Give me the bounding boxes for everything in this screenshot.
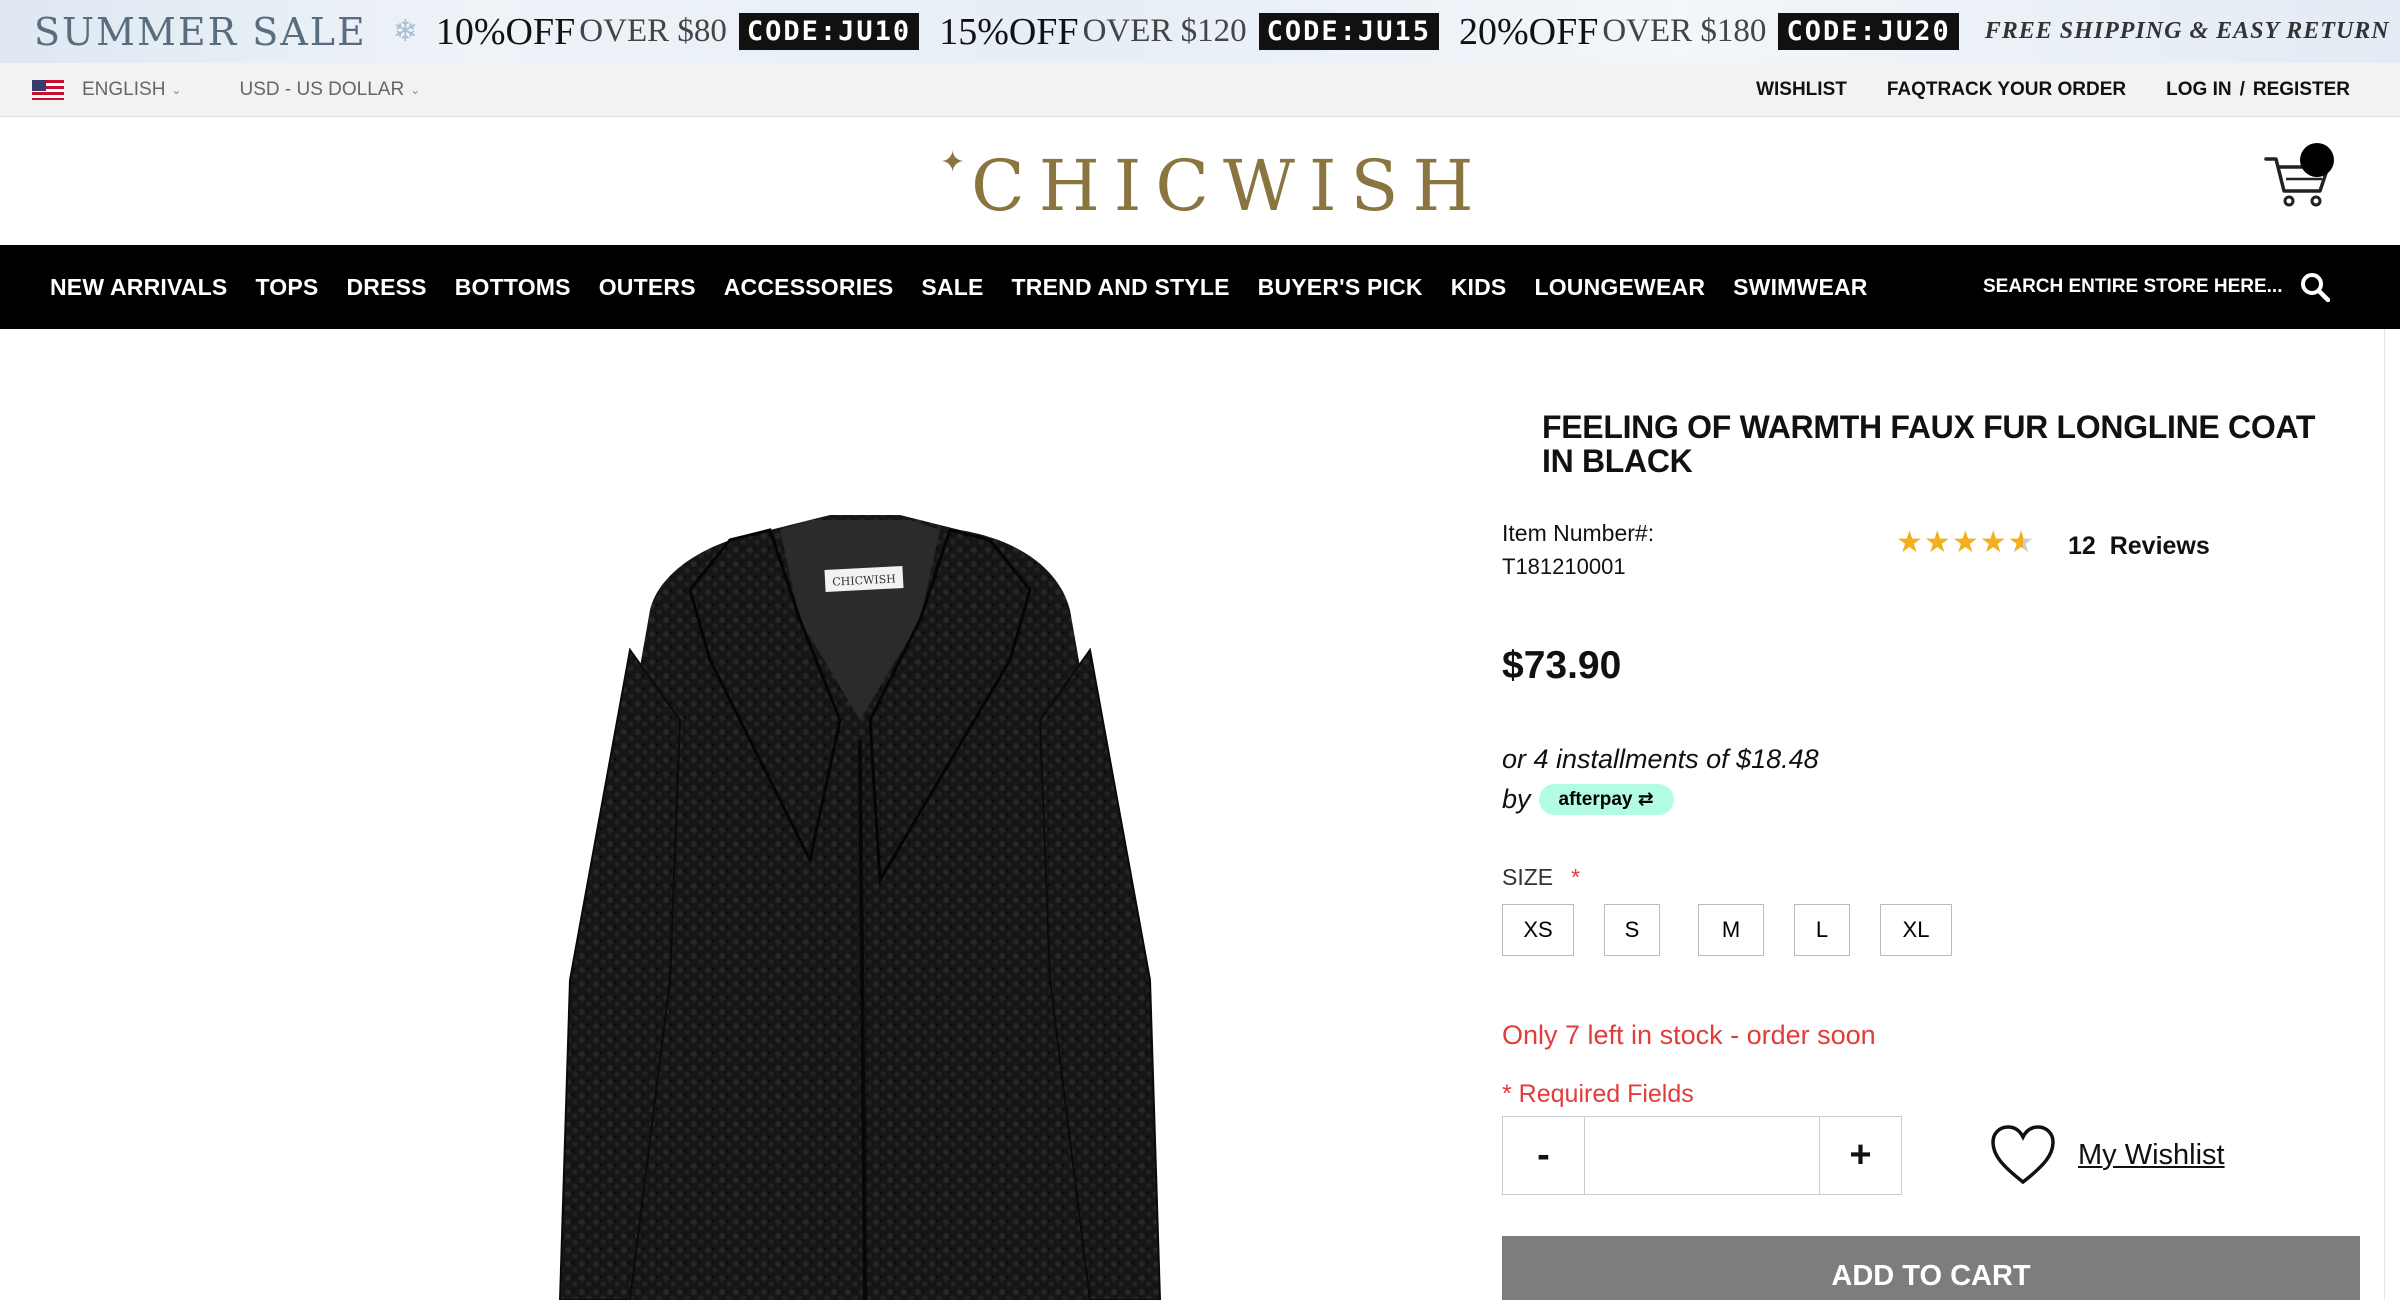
star-icon: ★ xyxy=(1896,526,1923,559)
nav-item-tops[interactable]: TOPS xyxy=(255,274,318,301)
search-icon[interactable] xyxy=(2300,272,2331,302)
register-link[interactable]: REGISTER xyxy=(2253,79,2350,101)
size-options: XS S M L XL xyxy=(1502,904,1982,956)
size-option-s[interactable]: S xyxy=(1604,904,1660,956)
offer-discount: 15%OFF xyxy=(939,10,1079,53)
separator: / xyxy=(2239,78,2245,100)
add-to-wishlist[interactable]: My Wishlist xyxy=(1990,1124,2225,1186)
nav-item-sale[interactable]: SALE xyxy=(921,274,983,301)
offer-code: CODE:JU20 xyxy=(1778,13,1959,50)
offer-threshold: OVER $120 xyxy=(1082,13,1247,49)
promo-offer: 20%OFF OVER $180 CODE:JU20 xyxy=(1459,10,1967,54)
by-text: by xyxy=(1502,784,1531,814)
add-to-cart-button[interactable]: ADD TO CART xyxy=(1502,1236,2360,1300)
qty-input[interactable] xyxy=(1585,1117,1819,1194)
offer-threshold: OVER $80 xyxy=(579,13,727,49)
promo-offer: 15%OFF OVER $120 CODE:JU15 xyxy=(939,10,1447,54)
product-image[interactable]: CHICWISH xyxy=(480,420,1240,1300)
nav-item-accessories[interactable]: ACCESSORIES xyxy=(724,274,894,301)
product-title: FEELING OF WARMTH FAUX FUR LONGLINE COAT… xyxy=(1542,409,2316,479)
logo-text: CHICWISH xyxy=(971,145,1488,227)
size-option-m[interactable]: M xyxy=(1698,904,1764,956)
size-option-l[interactable]: L xyxy=(1794,904,1850,956)
afterpay-badge[interactable]: afterpay ⇄ xyxy=(1538,784,1674,815)
rating-stars[interactable]: ★ ★ ★ ★ ★ xyxy=(1896,528,2036,558)
size-label: SIZE * xyxy=(1502,864,1580,891)
wishlist-link[interactable]: WISHLIST xyxy=(1756,79,1847,101)
nav-item-new-arrivals[interactable]: NEW ARRIVALS xyxy=(50,274,227,301)
faq-link[interactable]: FAQ xyxy=(1887,79,1926,101)
reviews-link[interactable]: 12 Reviews xyxy=(2068,532,2210,561)
currency-selector[interactable]: USD - US DOLLAR ⌄ xyxy=(239,79,420,101)
chevron-down-icon: ⌄ xyxy=(171,82,182,97)
login-link[interactable]: LOG IN xyxy=(2166,79,2231,101)
offer-threshold: OVER $180 xyxy=(1602,13,1767,49)
brand-logo[interactable]: ✦CHICWISH xyxy=(940,145,1488,227)
free-shipping-text: FREE SHIPPING & EASY RETURN xyxy=(1984,18,2390,44)
product-price: $73.90 xyxy=(1502,644,1622,687)
star-icon: ★ xyxy=(1951,526,1979,559)
site-header: ✦CHICWISH xyxy=(0,117,2400,245)
offer-discount: 10%OFF xyxy=(435,10,576,53)
sparkle-icon: ✦ xyxy=(940,145,966,180)
currency-label: USD - US DOLLAR xyxy=(239,78,405,100)
afterpay-line: by afterpay ⇄ xyxy=(1502,784,1674,815)
offer-code: CODE:JU10 xyxy=(738,13,920,50)
nav-item-outers[interactable]: OUTERS xyxy=(599,274,696,301)
scrollbar-track[interactable] xyxy=(2384,329,2385,1300)
star-icon: ★ xyxy=(1923,526,1951,559)
utility-bar: ENGLISH ⌄ USD - US DOLLAR ⌄ WISHLIST FAQ… xyxy=(0,63,2400,117)
offer-code: CODE:JU15 xyxy=(1258,13,1439,50)
search-box[interactable]: SEARCH ENTIRE STORE HERE... xyxy=(1983,245,2331,329)
main-nav: NEW ARRIVALS TOPS DRESS BOTTOMS OUTERS A… xyxy=(0,245,2400,329)
installments-text: or 4 installments of $18.48 xyxy=(1502,744,1819,774)
sale-title: SUMMER SALE xyxy=(34,9,367,54)
size-option-xl[interactable]: XL xyxy=(1880,904,1952,956)
nav-item-kids[interactable]: KIDS xyxy=(1451,274,1507,301)
nav-item-loungewear[interactable]: LOUNGEWEAR xyxy=(1534,274,1705,301)
size-option-xs[interactable]: XS xyxy=(1502,904,1574,956)
required-fields-note: * Required Fields xyxy=(1502,1080,1694,1108)
afterpay-label: afterpay xyxy=(1558,789,1633,810)
item-number-label: Item Number#: xyxy=(1502,520,1655,546)
heart-icon xyxy=(1991,1125,2055,1185)
search-input[interactable]: SEARCH ENTIRE STORE HERE... xyxy=(1983,276,2282,298)
offer-discount: 20%OFF xyxy=(1458,10,1599,53)
language-label: ENGLISH xyxy=(82,78,166,100)
promo-offer: 10%OFF OVER $80 CODE:JU10 xyxy=(436,10,927,54)
quantity-stepper: - + xyxy=(1502,1116,1902,1195)
half-star-icon: ★ xyxy=(2007,526,2035,559)
language-selector[interactable]: ENGLISH ⌄ xyxy=(82,79,181,101)
review-count: 12 xyxy=(2068,532,2096,560)
cart-count-badge xyxy=(2300,143,2334,177)
afterpay-arrows-icon: ⇄ xyxy=(1637,789,1654,810)
size-label-text: SIZE xyxy=(1502,864,1554,890)
chevron-down-icon: ⌄ xyxy=(410,82,421,97)
track-order-link[interactable]: TRACK YOUR ORDER xyxy=(1926,79,2126,101)
promo-banner[interactable]: SUMMER SALE ❄ 10%OFF OVER $80 CODE:JU10 … xyxy=(0,0,2400,63)
us-flag-icon xyxy=(32,79,64,100)
required-asterisk: * xyxy=(1571,864,1581,890)
wishlist-label: My Wishlist xyxy=(2078,1138,2225,1171)
qty-decrease-button[interactable]: - xyxy=(1503,1117,1585,1194)
item-number: T181210001 xyxy=(1502,554,1626,579)
nav-item-dress[interactable]: DRESS xyxy=(346,274,426,301)
reviews-label: Reviews xyxy=(2109,532,2210,560)
stock-message: Only 7 left in stock - order soon xyxy=(1502,1020,1876,1050)
nav-item-trend-and-style[interactable]: TREND AND STYLE xyxy=(1012,274,1230,301)
nav-item-swimwear[interactable]: SWIMWEAR xyxy=(1733,274,1867,301)
qty-increase-button[interactable]: + xyxy=(1819,1117,1901,1194)
star-icon: ★ xyxy=(1979,526,2007,559)
nav-item-buyers-pick[interactable]: BUYER'S PICK xyxy=(1258,274,1423,301)
nav-item-bottoms[interactable]: BOTTOMS xyxy=(455,274,571,301)
snowflake-icon: ❄ xyxy=(392,15,418,48)
